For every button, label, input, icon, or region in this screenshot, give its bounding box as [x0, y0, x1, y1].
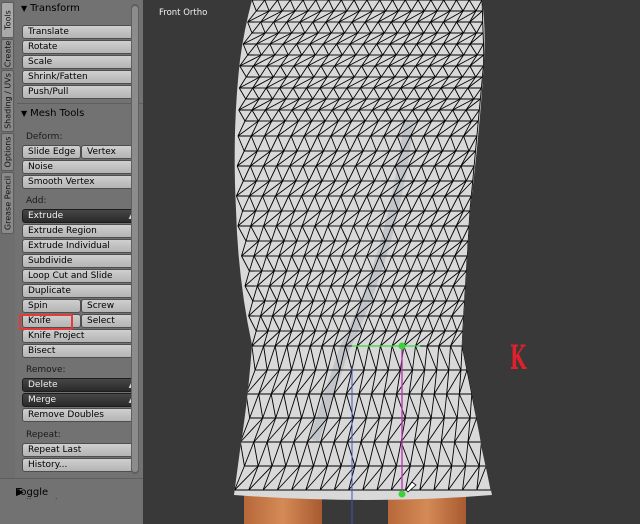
subdivide-button[interactable]: Subdivide — [22, 254, 139, 268]
merge-dropdown[interactable]: Merge▲ — [22, 393, 139, 407]
tool-shelf: ▼ Transform Translate Rotate Scale Shrink… — [15, 0, 143, 524]
spin-button[interactable]: Spin — [22, 299, 81, 313]
selected-vertex-bottom[interactable] — [398, 490, 406, 498]
panel-scrollbar-thumb[interactable] — [132, 6, 138, 472]
remove-label: Remove: — [26, 365, 66, 375]
repeat-label: Repeat: — [26, 430, 61, 440]
knife-highlight-box — [19, 314, 73, 330]
tab-shading-uvs[interactable]: Shading / UVs — [1, 70, 14, 132]
tab-options[interactable]: Options — [1, 133, 14, 171]
duplicate-button[interactable]: Duplicate — [22, 284, 139, 298]
panel-empty-area — [0, 499, 143, 524]
extrude-dropdown[interactable]: Extrude▲ — [22, 209, 139, 223]
3d-viewport[interactable]: Front Ortho — [144, 0, 640, 524]
selected-vertex-top[interactable] — [398, 342, 406, 350]
repeat-last-button[interactable]: Repeat Last — [22, 443, 139, 457]
tab-create[interactable]: Create — [1, 39, 14, 69]
mesh-wireframe — [234, 0, 492, 524]
extrude-region-button[interactable]: Extrude Region — [22, 224, 139, 238]
tab-tools[interactable]: Tools — [1, 2, 14, 38]
view-label: Front Ortho — [159, 8, 208, 18]
tab-grease-pencil[interactable]: Grease Pencil — [1, 172, 14, 234]
scale-button[interactable]: Scale — [22, 55, 139, 69]
extrude-individual-button[interactable]: Extrude Individual — [22, 239, 139, 253]
k-key-annotation: K — [510, 338, 527, 378]
bisect-button[interactable]: Bisect — [22, 344, 139, 358]
push-pull-button[interactable]: Push/Pull — [22, 85, 139, 99]
noise-button[interactable]: Noise — [22, 160, 139, 174]
shrink-fatten-button[interactable]: Shrink/Fatten — [22, 70, 139, 84]
triangle-down-icon: ▼ — [21, 4, 28, 13]
divider — [17, 103, 143, 104]
deform-label: Deform: — [26, 132, 63, 142]
rotate-button[interactable]: Rotate — [22, 40, 139, 54]
triangle-down-icon: ▼ — [21, 109, 28, 118]
knife-project-button[interactable]: Knife Project — [22, 329, 139, 343]
mesh-tools-panel-header[interactable]: ▼ Mesh Tools — [21, 108, 84, 119]
history-button[interactable]: History... — [22, 458, 139, 472]
add-label: Add: — [26, 196, 47, 206]
tool-tabs: Tools Create Shading / UVs Options Greas… — [0, 0, 16, 524]
slide-edge-button[interactable]: Slide Edge — [22, 145, 81, 159]
toggle-editmode-panel-header[interactable]: ▶Toggle Editmode — [0, 478, 143, 509]
smooth-vertex-button[interactable]: Smooth Vertex — [22, 175, 139, 189]
mesh-edge — [461, 330, 464, 347]
translate-button[interactable]: Translate — [22, 25, 139, 39]
skirt-surface — [234, 0, 492, 500]
loop-cut-button[interactable]: Loop Cut and Slide — [22, 269, 139, 283]
delete-dropdown[interactable]: Delete▲ — [22, 378, 139, 392]
remove-doubles-button[interactable]: Remove Doubles — [22, 408, 139, 422]
transform-panel-header[interactable]: ▼ Transform — [21, 3, 80, 14]
